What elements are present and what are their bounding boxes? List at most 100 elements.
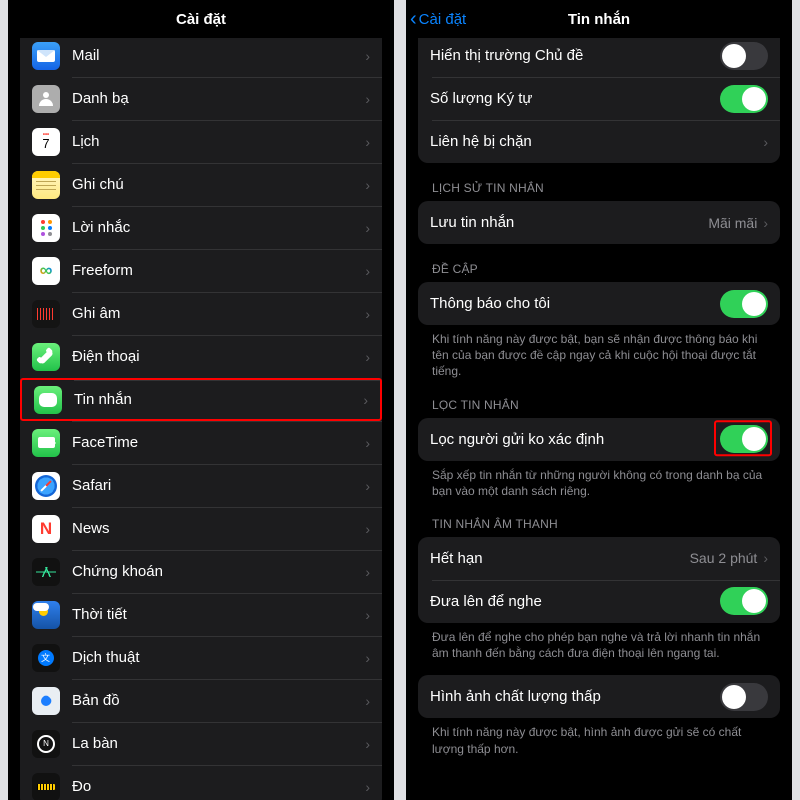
chevron-right-icon: ›: [365, 263, 370, 279]
raise-to-listen-toggle[interactable]: [720, 587, 768, 615]
settings-row-phone[interactable]: Điện thoại ›: [20, 335, 382, 378]
row-filter-unknown[interactable]: Lọc người gửi ko xác định: [418, 418, 780, 461]
chevron-right-icon: ›: [763, 215, 768, 231]
row-label: Lời nhắc: [72, 219, 365, 236]
row-detail: Mãi mãi: [708, 215, 757, 231]
section-footer-lowq: Khi tính năng này được bật, hình ảnh đượ…: [418, 718, 780, 756]
contacts-icon: [32, 85, 60, 113]
chevron-right-icon: ›: [363, 392, 368, 408]
settings-row-contacts[interactable]: Danh bạ ›: [20, 77, 382, 120]
news-icon: N: [32, 515, 60, 543]
notify-me-toggle[interactable]: [720, 290, 768, 318]
settings-row-notes[interactable]: Ghi chú ›: [20, 163, 382, 206]
settings-row-maps[interactable]: Bản đồ ›: [20, 679, 382, 722]
chevron-right-icon: ›: [365, 134, 370, 150]
chevron-right-icon: ›: [365, 564, 370, 580]
row-label: Mail: [72, 47, 365, 64]
section-header-filter: LỌC TIN NHẮN: [418, 380, 780, 418]
row-label: Hết hạn: [430, 550, 690, 567]
safari-icon: [32, 472, 60, 500]
freeform-icon: ∞: [32, 257, 60, 285]
navbar-title: Tin nhắn: [568, 11, 630, 28]
back-label: Cài đặt: [419, 11, 467, 28]
back-button[interactable]: ‹ Cài đặt: [410, 9, 466, 29]
chevron-right-icon: ›: [763, 550, 768, 566]
row-char-count[interactable]: Số lượng Ký tự: [418, 77, 780, 120]
chevron-right-icon: ›: [365, 521, 370, 537]
settings-row-facetime[interactable]: FaceTime ›: [20, 421, 382, 464]
row-audio-expire[interactable]: Hết hạn Sau 2 phút ›: [418, 537, 780, 580]
filter-unknown-toggle[interactable]: [720, 425, 768, 453]
messages-settings-screen: ‹ Cài đặt Tin nhắn Hiển thị trường Chủ đ…: [406, 0, 792, 800]
settings-row-compass[interactable]: N La bàn ›: [20, 722, 382, 765]
row-raise-to-listen[interactable]: Đưa lên để nghe: [418, 580, 780, 623]
row-label: Điện thoại: [72, 348, 365, 365]
section-footer-filter: Sắp xếp tin nhắn từ những người không có…: [418, 461, 780, 499]
char-count-toggle[interactable]: [720, 85, 768, 113]
row-blocked-contacts[interactable]: Liên hệ bị chặn ›: [418, 120, 780, 163]
settings-row-translate[interactable]: Dịch thuật ›: [20, 636, 382, 679]
navbar-right: ‹ Cài đặt Tin nhắn: [406, 0, 792, 38]
settings-row-messages[interactable]: Tin nhắn ›: [20, 378, 382, 421]
low-quality-toggle[interactable]: [720, 683, 768, 711]
row-detail: Sau 2 phút: [690, 550, 758, 566]
settings-screen: Cài đặt Mail › Danh bạ › •••7 Lịch › Ghi…: [8, 0, 394, 800]
chevron-right-icon: ›: [365, 779, 370, 795]
row-show-subject[interactable]: Hiển thị trường Chủ đề: [418, 38, 780, 77]
row-notify-me[interactable]: Thông báo cho tôi: [418, 282, 780, 325]
settings-row-calendar[interactable]: •••7 Lịch ›: [20, 120, 382, 163]
row-label: Ghi chú: [72, 176, 365, 193]
row-label: Lịch: [72, 133, 365, 150]
settings-row-weather[interactable]: Thời tiết ›: [20, 593, 382, 636]
stocks-icon: [32, 558, 60, 586]
chevron-left-icon: ‹: [410, 9, 417, 29]
section-footer-audio: Đưa lên để nghe cho phép bạn nghe và trả…: [418, 623, 780, 661]
row-label: Safari: [72, 477, 365, 494]
chevron-right-icon: ›: [365, 220, 370, 236]
settings-row-freeform[interactable]: ∞ Freeform ›: [20, 249, 382, 292]
settings-row-voicememos[interactable]: Ghi âm ›: [20, 292, 382, 335]
compass-icon: N: [32, 730, 60, 758]
chevron-right-icon: ›: [763, 134, 768, 150]
voicememos-icon: [32, 300, 60, 328]
row-label: Ghi âm: [72, 305, 365, 322]
settings-row-mail[interactable]: Mail ›: [20, 38, 382, 77]
section-header-audio: TIN NHẮN ÂM THANH: [418, 499, 780, 537]
row-label: Hình ảnh chất lượng thấp: [430, 688, 720, 705]
row-label: Hiển thị trường Chủ đề: [430, 47, 720, 64]
mail-icon: [32, 42, 60, 70]
settings-row-measure[interactable]: Đo ›: [20, 765, 382, 800]
settings-apps-list: Mail › Danh bạ › •••7 Lịch › Ghi chú › L…: [20, 38, 382, 800]
chevron-right-icon: ›: [365, 607, 370, 623]
chevron-right-icon: ›: [365, 736, 370, 752]
row-label: Tin nhắn: [74, 391, 363, 408]
chevron-right-icon: ›: [365, 435, 370, 451]
row-keep-messages[interactable]: Lưu tin nhắn Mãi mãi ›: [418, 201, 780, 244]
row-label: News: [72, 520, 365, 537]
chevron-right-icon: ›: [365, 693, 370, 709]
settings-row-news[interactable]: N News ›: [20, 507, 382, 550]
section-footer-mentions: Khi tính năng này được bật, bạn sẽ nhận …: [418, 325, 780, 380]
calendar-icon: •••7: [32, 128, 60, 156]
measure-icon: [32, 773, 60, 800]
settings-row-reminders[interactable]: Lời nhắc ›: [20, 206, 382, 249]
row-label: Bản đồ: [72, 692, 365, 709]
weather-icon: [32, 601, 60, 629]
notes-icon: [32, 171, 60, 199]
facetime-icon: [32, 429, 60, 457]
row-label: Đưa lên để nghe: [430, 593, 720, 610]
row-label: Thời tiết: [72, 606, 365, 623]
settings-row-stocks[interactable]: Chứng khoán ›: [20, 550, 382, 593]
row-label: Số lượng Ký tự: [430, 90, 720, 107]
chevron-right-icon: ›: [365, 478, 370, 494]
row-low-quality[interactable]: Hình ảnh chất lượng thấp: [418, 675, 780, 718]
settings-row-safari[interactable]: Safari ›: [20, 464, 382, 507]
row-label: Freeform: [72, 262, 365, 279]
chevron-right-icon: ›: [365, 177, 370, 193]
row-label: La bàn: [72, 735, 365, 752]
reminders-icon: [32, 214, 60, 242]
navbar-title: Cài đặt: [176, 11, 226, 28]
translate-icon: [32, 644, 60, 672]
row-label: Thông báo cho tôi: [430, 295, 720, 312]
show-subject-toggle[interactable]: [720, 42, 768, 70]
